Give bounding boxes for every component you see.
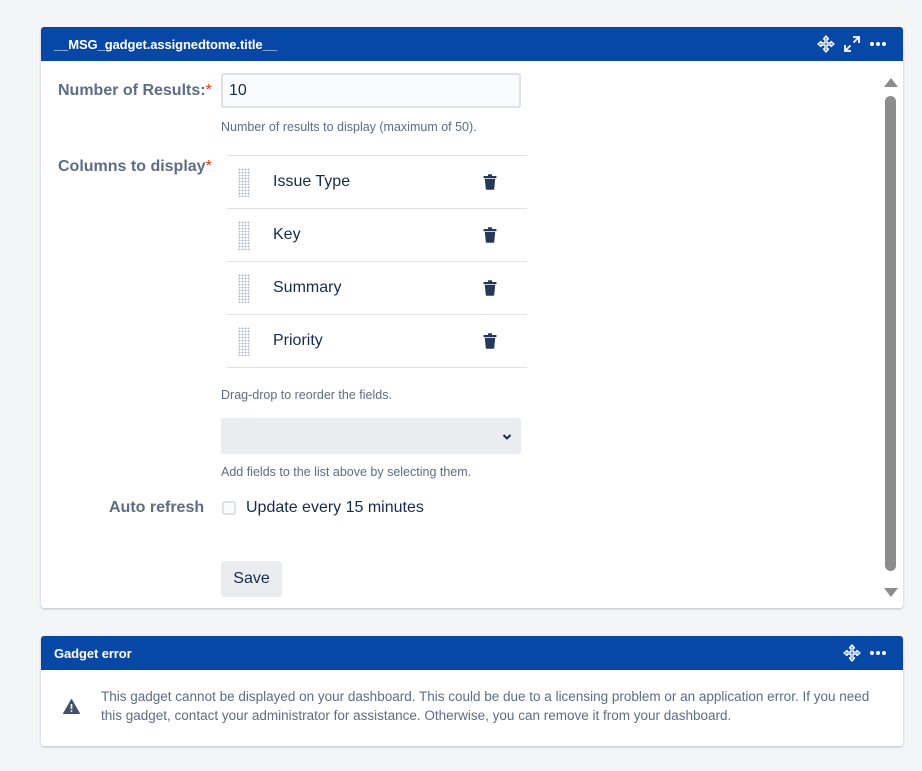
required-mark: * bbox=[205, 158, 212, 175]
maximize-icon[interactable] bbox=[843, 35, 861, 53]
move-icon[interactable] bbox=[843, 644, 861, 662]
trash-icon[interactable] bbox=[483, 333, 497, 354]
auto-refresh-checkbox[interactable] bbox=[222, 501, 236, 515]
chevron-down-icon bbox=[501, 430, 513, 448]
gadget-header-actions bbox=[817, 27, 887, 61]
columns-label: Columns to display* bbox=[58, 158, 212, 176]
column-name: Key bbox=[273, 226, 301, 243]
gadget-header-actions bbox=[843, 636, 887, 670]
scrollbar-thumb[interactable] bbox=[885, 96, 896, 571]
num-results-input[interactable] bbox=[221, 73, 521, 108]
gadget-header: __MSG_gadget.assignedtome.title__ bbox=[41, 27, 903, 61]
drag-handle-icon[interactable] bbox=[238, 168, 250, 197]
column-item[interactable]: Summary bbox=[227, 262, 527, 315]
gadget-title: __MSG_gadget.assignedtome.title__ bbox=[54, 36, 277, 52]
column-name: Priority bbox=[273, 332, 323, 349]
drag-handle-icon[interactable] bbox=[238, 221, 250, 250]
scroll-up-arrow-icon[interactable] bbox=[884, 74, 898, 92]
gadget-header: Gadget error bbox=[41, 636, 903, 670]
more-icon[interactable] bbox=[869, 644, 887, 662]
gadget-error-body: This gadget cannot be displayed on your … bbox=[41, 670, 903, 746]
column-item[interactable]: Issue Type bbox=[227, 156, 527, 209]
scrollbar[interactable] bbox=[879, 61, 903, 608]
auto-refresh-option-label[interactable]: Update every 15 minutes bbox=[246, 499, 424, 517]
save-button[interactable]: Save bbox=[221, 561, 282, 597]
more-icon[interactable] bbox=[869, 35, 887, 53]
num-results-label: Number of Results:* bbox=[58, 82, 212, 100]
add-field-select[interactable] bbox=[221, 418, 521, 454]
trash-icon[interactable] bbox=[483, 227, 497, 248]
required-mark: * bbox=[205, 82, 212, 99]
drag-handle-icon[interactable] bbox=[238, 327, 250, 356]
gadget-title: Gadget error bbox=[54, 645, 132, 661]
gadget-error-message: This gadget cannot be displayed on your … bbox=[101, 689, 870, 723]
column-name: Summary bbox=[273, 279, 342, 296]
columns-list: Issue Type Key Summary Priority bbox=[227, 155, 527, 368]
gadget-config-form: Number of Results:* Number of results to… bbox=[41, 61, 903, 608]
warning-icon bbox=[63, 699, 80, 719]
trash-icon[interactable] bbox=[483, 174, 497, 195]
column-item[interactable]: Priority bbox=[227, 315, 527, 368]
reorder-help: Drag-drop to reorder the fields. bbox=[221, 388, 392, 402]
columns-label-text: Columns to display bbox=[58, 158, 206, 175]
num-results-help: Number of results to display (maximum of… bbox=[221, 120, 477, 134]
scroll-down-arrow-icon[interactable] bbox=[884, 584, 898, 602]
gadget-error: Gadget error This gadget cannot be displ… bbox=[41, 636, 903, 746]
add-fields-help: Add fields to the list above by selectin… bbox=[221, 465, 472, 479]
move-icon[interactable] bbox=[817, 35, 835, 53]
trash-icon[interactable] bbox=[483, 280, 497, 301]
num-results-label-text: Number of Results: bbox=[58, 82, 206, 99]
auto-refresh-label: Auto refresh bbox=[109, 499, 205, 516]
gadget-assigned-to-me: __MSG_gadget.assignedtome.title__ Number… bbox=[41, 27, 903, 608]
drag-handle-icon[interactable] bbox=[238, 274, 250, 303]
column-name: Issue Type bbox=[273, 173, 351, 190]
column-item[interactable]: Key bbox=[227, 209, 527, 262]
